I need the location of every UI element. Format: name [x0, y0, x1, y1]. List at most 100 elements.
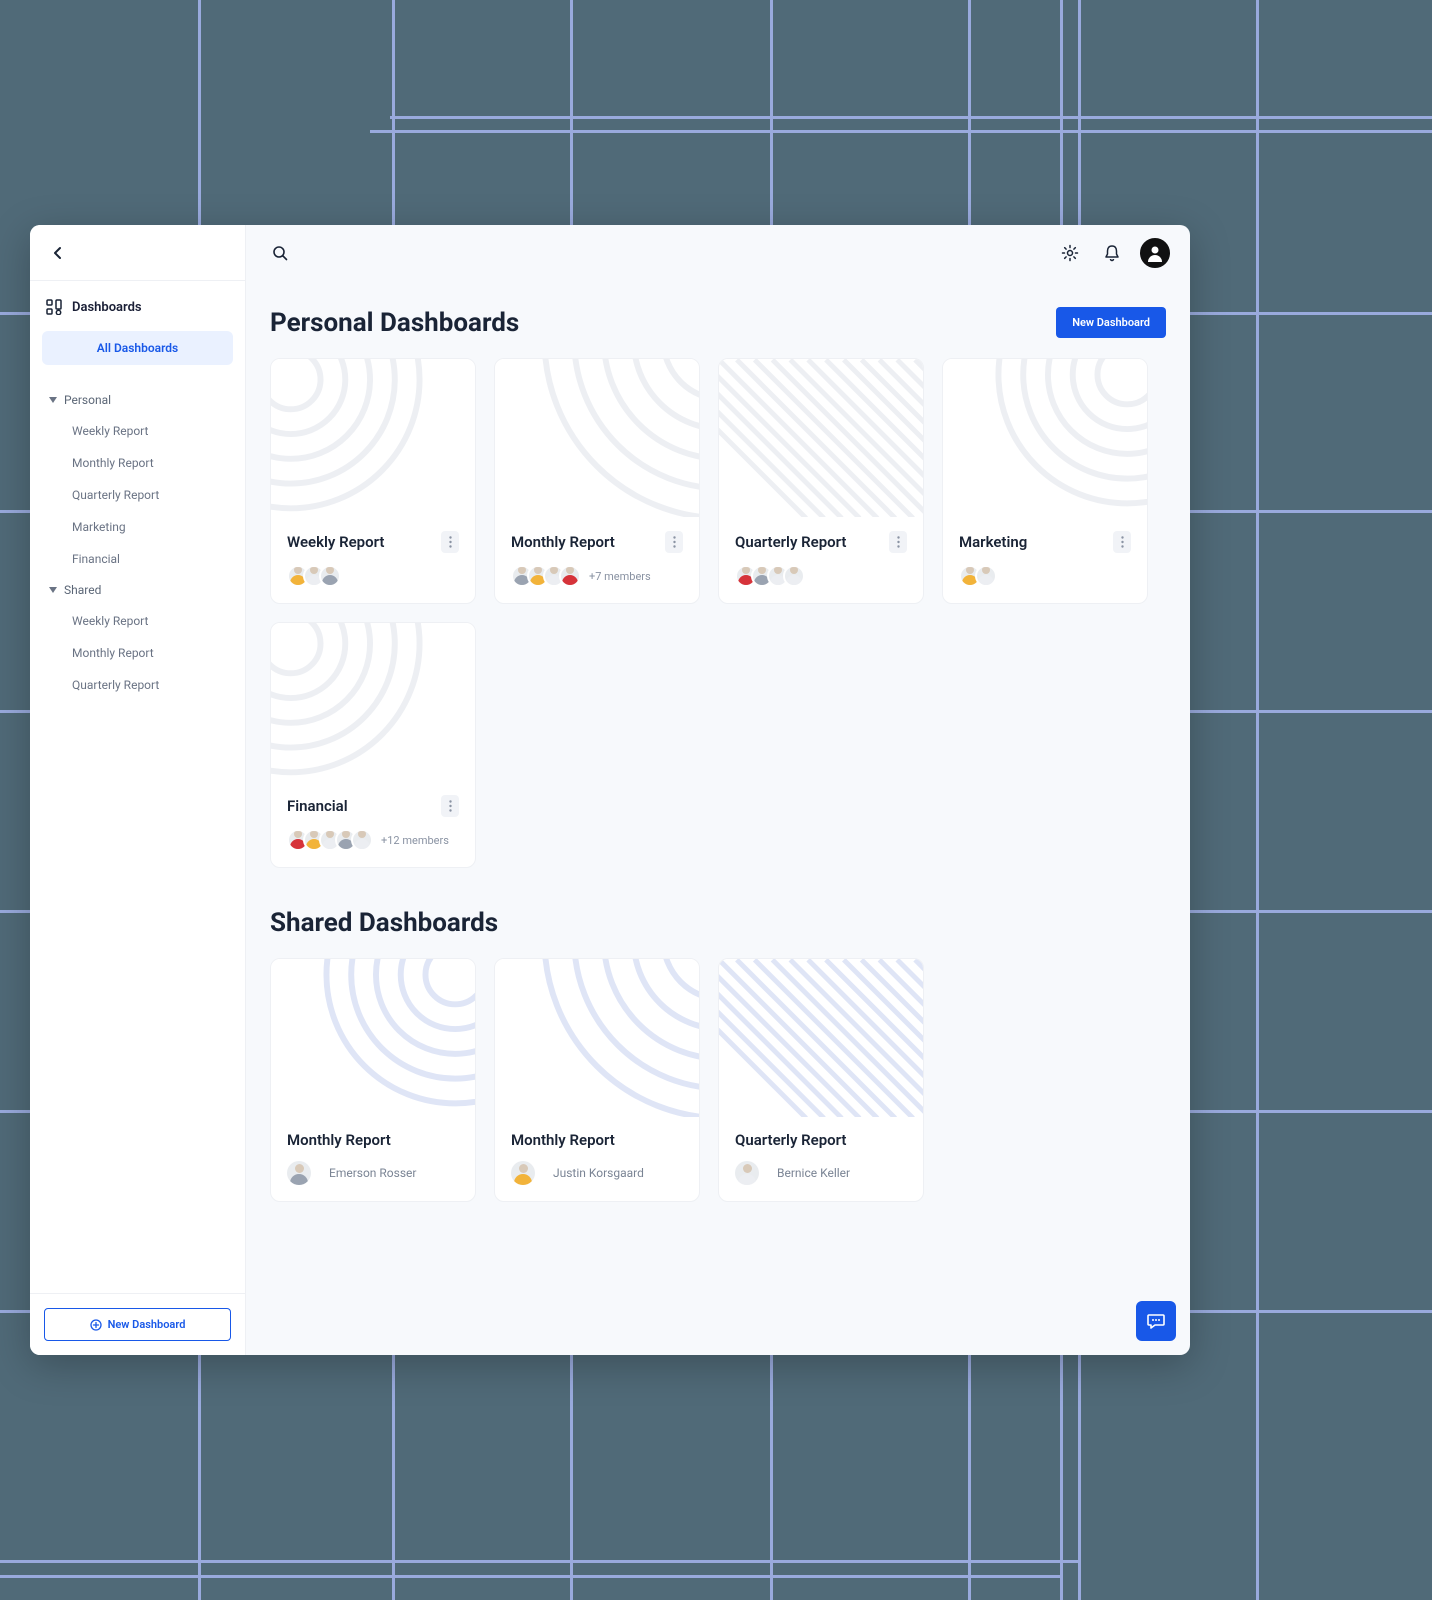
member-avatars [287, 565, 341, 587]
user-avatar[interactable] [1140, 238, 1170, 268]
sidebar-item-weekly-report[interactable]: Weekly Report [30, 605, 245, 637]
owner-avatar [735, 1161, 759, 1185]
settings-button[interactable] [1056, 239, 1084, 267]
notifications-button[interactable] [1098, 239, 1126, 267]
sidebar: Dashboards All Dashboards Personal Weekl… [30, 225, 246, 1355]
topbar [246, 225, 1190, 281]
section-title: Personal Dashboards [270, 308, 519, 338]
caret-down-icon [48, 395, 58, 405]
sidebar-topbar [30, 225, 245, 281]
search-icon [272, 245, 288, 261]
shared-grid: Monthly Report Emerson Rosser Monthly Re… [270, 958, 1166, 1202]
sidebar-group-shared[interactable]: Shared [30, 575, 245, 605]
card-more-button[interactable] [441, 795, 459, 817]
bg-line [390, 116, 1432, 119]
card-more-button[interactable] [1113, 531, 1131, 553]
card-art [495, 959, 699, 1117]
button-label: New Dashboard [108, 1318, 186, 1331]
bg-line [0, 1560, 1080, 1563]
new-dashboard-sidebar-button[interactable]: New Dashboard [44, 1308, 231, 1341]
card-title: Marketing [959, 533, 1105, 551]
dashboard-icon [46, 299, 62, 315]
avatar-icon [1145, 243, 1165, 263]
sidebar-bottom: New Dashboard [30, 1293, 245, 1355]
group-label: Personal [64, 393, 111, 407]
bg-line [1256, 0, 1259, 1600]
owner-avatar [287, 1161, 311, 1185]
chat-icon [1146, 1311, 1166, 1331]
card-title: Monthly Report [287, 1131, 459, 1149]
more-vert-icon [449, 800, 452, 812]
sidebar-item-monthly-report[interactable]: Monthly Report [30, 447, 245, 479]
gear-icon [1061, 244, 1079, 262]
member-avatar [975, 565, 997, 587]
card-more-button[interactable] [889, 531, 907, 553]
sidebar-item-all-dashboards[interactable]: All Dashboards [42, 331, 233, 365]
owner-name: Justin Korsgaard [553, 1166, 644, 1180]
chevron-left-icon [51, 246, 65, 260]
card-title: Quarterly Report [735, 533, 881, 551]
card-title: Financial [287, 797, 433, 815]
more-vert-icon [673, 536, 676, 548]
card-title: Weekly Report [287, 533, 433, 551]
plus-circle-icon [90, 1319, 102, 1331]
more-vert-icon [897, 536, 900, 548]
sidebar-header: Dashboards [30, 281, 245, 325]
card-more-button[interactable] [665, 531, 683, 553]
bell-icon [1103, 244, 1121, 262]
group-label: Shared [64, 583, 101, 597]
member-avatar [783, 565, 805, 587]
dashboard-card[interactable]: Monthly Report Justin Korsgaard [494, 958, 700, 1202]
main: Personal Dashboards New Dashboard Weekly… [246, 225, 1190, 1355]
bg-line [0, 1575, 1060, 1578]
chat-fab[interactable] [1136, 1301, 1176, 1341]
search-button[interactable] [266, 239, 294, 267]
card-art [719, 359, 923, 517]
card-title: Monthly Report [511, 1131, 683, 1149]
section-title: Shared Dashboards [270, 908, 498, 938]
card-art [719, 959, 923, 1117]
more-vert-icon [1121, 536, 1124, 548]
dashboard-card[interactable]: Financial +12 members [270, 622, 476, 868]
more-members-label: +12 members [381, 834, 449, 847]
dashboard-card[interactable]: Marketing [942, 358, 1148, 604]
card-title: Monthly Report [511, 533, 657, 551]
member-avatar [351, 829, 373, 851]
dashboard-card[interactable]: Monthly Report Emerson Rosser [270, 958, 476, 1202]
app-window: Dashboards All Dashboards Personal Weekl… [30, 225, 1190, 1355]
member-avatars [959, 565, 997, 587]
caret-down-icon [48, 585, 58, 595]
sidebar-item-financial[interactable]: Financial [30, 543, 245, 575]
dashboard-card[interactable]: Monthly Report +7 members [494, 358, 700, 604]
dashboard-card[interactable]: Quarterly Report Bernice Keller [718, 958, 924, 1202]
owner-avatar [511, 1161, 535, 1185]
owner-name: Emerson Rosser [329, 1166, 416, 1180]
member-avatars [511, 565, 581, 587]
sidebar-header-label: Dashboards [72, 300, 142, 315]
card-art [271, 359, 475, 517]
sidebar-tree: Personal Weekly Report Monthly Report Qu… [30, 379, 245, 707]
sidebar-item-quarterly-report[interactable]: Quarterly Report [30, 669, 245, 701]
dashboard-card[interactable]: Quarterly Report [718, 358, 924, 604]
owner-name: Bernice Keller [777, 1166, 850, 1180]
personal-grid: Weekly Report Month [270, 358, 1166, 868]
card-art [271, 623, 475, 781]
card-title: Quarterly Report [735, 1131, 907, 1149]
card-art [271, 959, 475, 1117]
member-avatars [287, 829, 373, 851]
bg-line [370, 130, 1432, 133]
sidebar-item-marketing[interactable]: Marketing [30, 511, 245, 543]
more-vert-icon [449, 536, 452, 548]
member-avatars [735, 565, 805, 587]
sidebar-group-personal[interactable]: Personal [30, 385, 245, 415]
dashboard-card[interactable]: Weekly Report [270, 358, 476, 604]
sidebar-item-monthly-report[interactable]: Monthly Report [30, 637, 245, 669]
sidebar-item-quarterly-report[interactable]: Quarterly Report [30, 479, 245, 511]
section-head-shared: Shared Dashboards [270, 908, 1166, 938]
back-button[interactable] [46, 241, 70, 265]
new-dashboard-button[interactable]: New Dashboard [1056, 307, 1166, 338]
sidebar-item-weekly-report[interactable]: Weekly Report [30, 415, 245, 447]
card-more-button[interactable] [441, 531, 459, 553]
card-art [495, 359, 699, 517]
member-avatar [559, 565, 581, 587]
